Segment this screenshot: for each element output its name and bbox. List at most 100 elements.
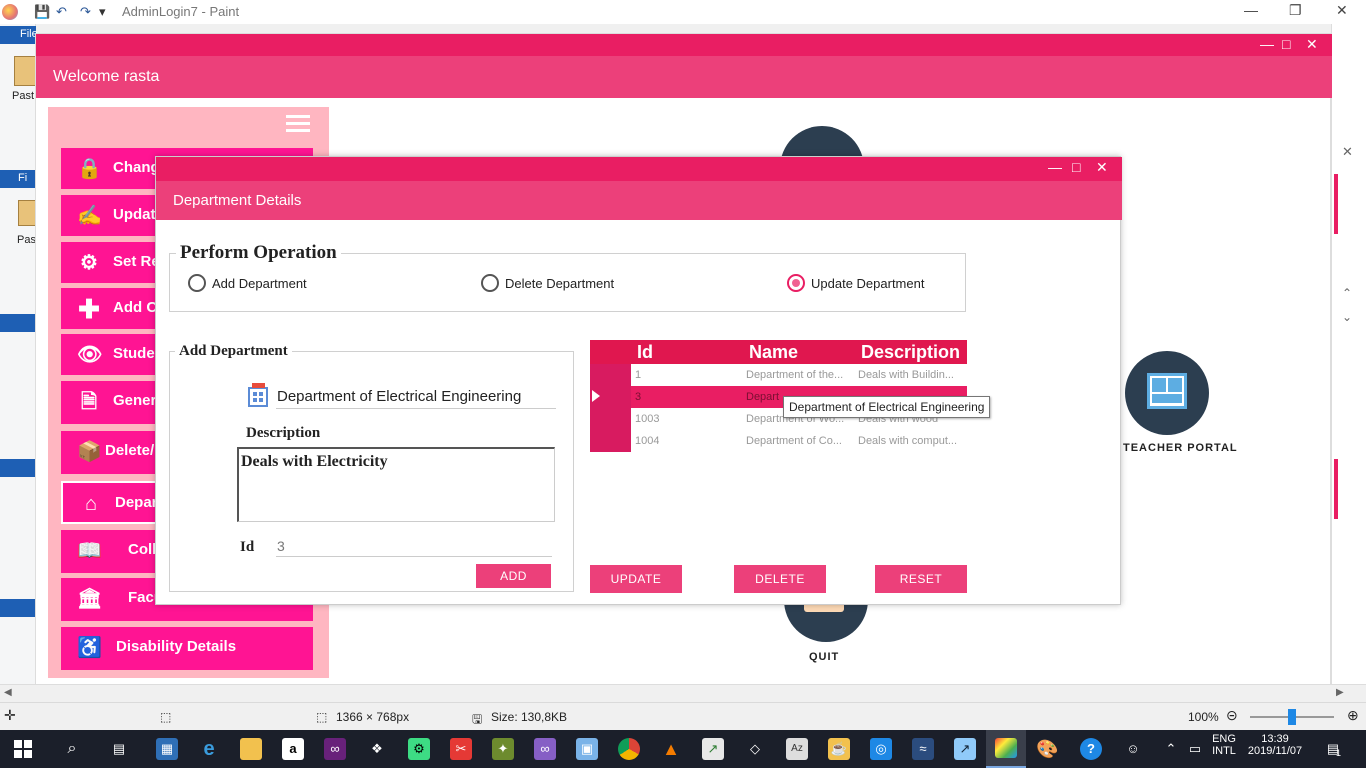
dropbox-icon[interactable]: ❖ (366, 738, 388, 760)
dialog-minimize-icon[interactable]: — (1048, 159, 1062, 175)
canvas-dimensions: 1366 × 768px (336, 710, 410, 724)
grid-row-headers (590, 364, 631, 452)
git-icon[interactable]: ✦ (492, 738, 514, 760)
paste-icon-2[interactable] (18, 200, 36, 226)
zoom-in-icon[interactable]: ⊕ (1347, 707, 1359, 724)
chart-app-icon[interactable]: ↗ (702, 738, 724, 760)
start-icon[interactable] (14, 740, 32, 758)
az-icon[interactable]: Az (786, 738, 808, 760)
sidebar-item-disability-details[interactable]: ♿ Disability Details (61, 627, 313, 670)
paint-3d-icon[interactable]: 🎨 (1036, 738, 1058, 760)
teacher-portal-label[interactable]: TEACHER PORTAL (1123, 442, 1238, 454)
department-dialog: — □ ✕ Department Details Perform Operati… (155, 156, 1122, 605)
file-tab-2[interactable]: Fi (0, 170, 36, 188)
restore-icon[interactable]: ❐ (1289, 2, 1302, 19)
delete-button[interactable]: DELETE (734, 565, 826, 593)
scroll-left-icon[interactable]: ◀ (4, 687, 12, 698)
quit-label[interactable]: QUIT (809, 651, 839, 663)
update-button[interactable]: UPDATE (590, 565, 682, 593)
operation-group-title: Perform Operation (176, 242, 341, 264)
hamburger-menu-icon[interactable] (286, 115, 310, 137)
windows-taskbar: ⌕ ▤ ▦ e a ∞ ❖ ⚙ ✂ ✦ ∞ ▣ ▲ ↗ ◇ Az ☕ ◎ ≈ ↗… (0, 730, 1366, 768)
reset-button[interactable]: RESET (875, 565, 967, 593)
update-department-radio[interactable] (787, 274, 805, 292)
amazon-icon[interactable]: a (282, 738, 304, 760)
help-icon[interactable]: ? (1080, 738, 1102, 760)
admin-minimize-icon[interactable]: — (1260, 36, 1274, 52)
file-tab-3[interactable] (0, 314, 36, 332)
git-tool-icon[interactable]: ◇ (744, 738, 766, 760)
close-icon[interactable]: ✕ (1336, 2, 1348, 19)
admin-close-icon[interactable]: ✕ (1306, 36, 1318, 53)
grid-header-description[interactable]: Description (861, 342, 960, 363)
undo-icon[interactable]: ↶ (56, 4, 67, 20)
description-textarea[interactable]: Deals with Electricity (237, 447, 555, 522)
paint-horizontal-scrollbar[interactable]: ◀ ▶ (0, 684, 1366, 702)
table-row[interactable]: 1004 Department of Co... Deals with comp… (631, 430, 967, 452)
virtualbox-icon[interactable]: ▣ (576, 738, 598, 760)
customize-dropdown-icon[interactable]: ▾ (99, 4, 106, 20)
id-field[interactable]: 3 (276, 535, 552, 557)
editor-icon[interactable]: ↗ (954, 738, 976, 760)
grid-header-id[interactable]: Id (637, 342, 653, 363)
android-studio-icon[interactable]: ⚙ (408, 738, 430, 760)
dialog-close-icon[interactable]: ✕ (1096, 159, 1108, 176)
vlc-icon[interactable]: ▲ (660, 738, 682, 760)
language-indicator[interactable]: ENG INTL (1206, 733, 1242, 757)
delete-department-radio-label[interactable]: Delete Department (505, 276, 614, 291)
file-explorer-icon[interactable] (240, 738, 262, 760)
add-department-radio[interactable] (188, 274, 206, 292)
update-department-radio-label[interactable]: Update Department (811, 276, 924, 291)
add-department-radio-label[interactable]: Add Department (212, 276, 307, 291)
board-icon (1147, 373, 1187, 409)
file-tab-5[interactable] (0, 599, 36, 617)
paste-icon[interactable] (14, 56, 36, 86)
pen-icon: ✍ (77, 205, 102, 227)
visual-studio-icon[interactable]: ∞ (324, 738, 346, 760)
wheelchair-icon: ♿ (77, 637, 102, 659)
delete-department-radio[interactable] (481, 274, 499, 292)
sidebar-item-label: Chang (113, 159, 160, 176)
department-name-field[interactable]: Department of Electrical Engineering (276, 385, 556, 409)
panel-chevron-icon-2[interactable]: ⌄ (1342, 310, 1352, 324)
java-icon[interactable]: ☕ (828, 738, 850, 760)
sidebar-item-label: Disability Details (116, 638, 237, 655)
department-name-value: Department of Electrical Engineering (277, 388, 522, 405)
zoom-out-icon[interactable]: ⊝ (1226, 707, 1238, 724)
paste-label-2: Pas (17, 234, 36, 246)
edge-icon[interactable]: e (198, 738, 220, 760)
search-icon[interactable]: ⌕ (61, 738, 83, 760)
task-view-icon[interactable]: ▤ (108, 738, 130, 760)
grid-header-name[interactable]: Name (749, 342, 798, 363)
paint-taskbar-button[interactable] (986, 730, 1026, 768)
tray-chevron-icon[interactable]: ⌃ (1160, 738, 1182, 760)
chrome-icon[interactable] (618, 738, 640, 760)
redo-icon[interactable]: ↷ (80, 4, 91, 20)
paint-app-icon[interactable] (2, 4, 18, 20)
store-icon[interactable]: ▦ (156, 738, 178, 760)
clock[interactable]: 13:39 2019/11/07 (1242, 733, 1308, 757)
xmind-icon[interactable]: ✂ (450, 738, 472, 760)
panel-close-icon[interactable]: ✕ (1342, 144, 1353, 160)
app-blue-icon[interactable]: ◎ (870, 738, 892, 760)
file-tab[interactable]: File (0, 26, 38, 44)
battery-icon[interactable]: ▭ (1184, 738, 1206, 760)
minimize-icon[interactable]: — (1244, 2, 1258, 18)
cell-tooltip: Department of Electrical Engineering (783, 396, 991, 418)
welcome-header: Welcome rasta (36, 56, 1332, 98)
vs-purple-icon[interactable]: ∞ (534, 738, 556, 760)
save-icon[interactable]: 💾 (34, 4, 50, 20)
table-row[interactable]: 1 Department of the... Deals with Buildi… (631, 364, 967, 386)
paint-vertical-scrollbar[interactable]: ✕ ⌃ ⌄ (1331, 24, 1366, 688)
teacher-portal-icon[interactable] (1125, 351, 1209, 435)
dialog-maximize-icon[interactable]: □ (1072, 159, 1080, 175)
people-icon[interactable]: ☺ (1122, 738, 1144, 760)
mysql-icon[interactable]: ≈ (912, 738, 934, 760)
admin-maximize-icon[interactable]: □ (1282, 36, 1290, 52)
scroll-right-icon[interactable]: ▶ (1336, 687, 1344, 698)
add-button[interactable]: ADD (476, 564, 551, 588)
panel-chevron-icon[interactable]: ⌃ (1342, 286, 1352, 300)
zoom-slider-thumb[interactable] (1288, 709, 1296, 725)
admin-window-bar: — □ ✕ (36, 34, 1332, 56)
file-tab-4[interactable] (0, 459, 36, 477)
